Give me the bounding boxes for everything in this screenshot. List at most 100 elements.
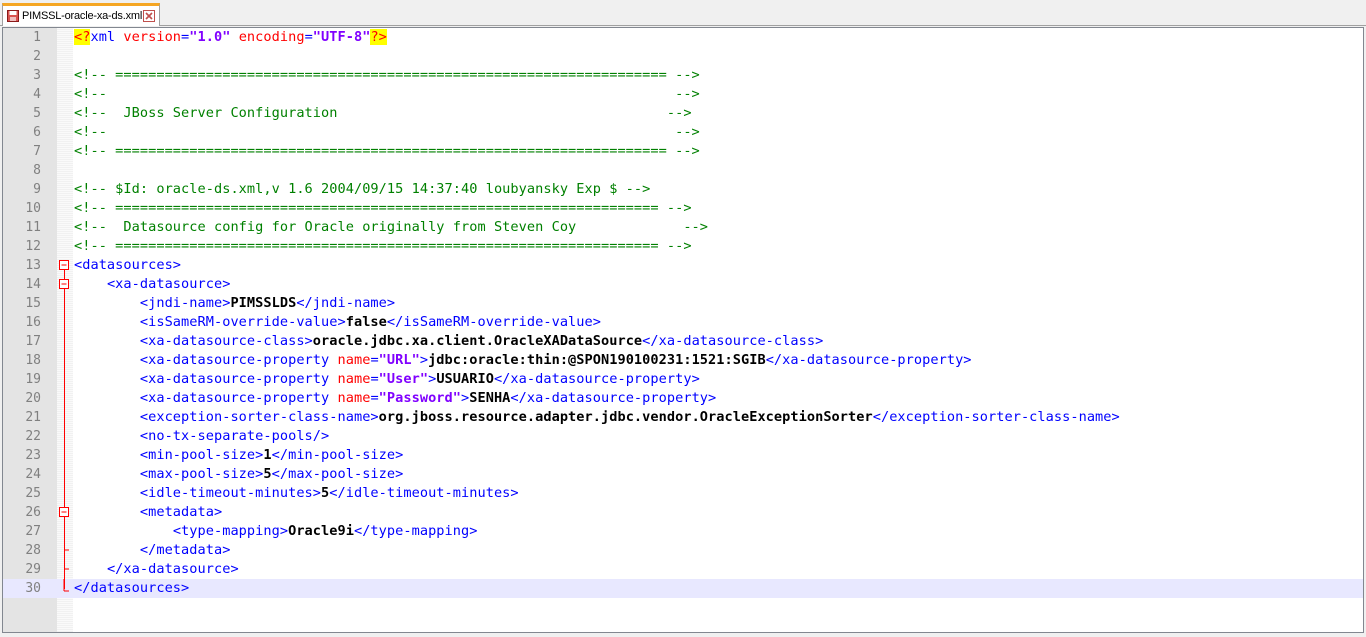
code-line[interactable]: 17 <xa-datasource-class>oracle.jdbc.xa.c…	[3, 332, 1363, 351]
tab-file[interactable]: PIMSSL-oracle-xa-ds.xml	[2, 3, 160, 26]
code-line[interactable]: 13 <datasources>	[3, 256, 1363, 275]
code-token: <no-tx-separate-pools/>	[139, 428, 330, 444]
fold-toggle-icon[interactable]	[59, 256, 70, 275]
code-line[interactable]: 16 <isSameRM-override-value>false</isSam…	[3, 313, 1363, 332]
code-token: <xa-datasource-property	[139, 352, 338, 368]
code-token: <jndi-name>	[139, 295, 231, 311]
code-line[interactable]: 3 <!-- ==================================…	[3, 66, 1363, 85]
code-token: </xa-datasource-property>	[493, 371, 700, 387]
code-line[interactable]: 27 <type-mapping>Oracle9i</type-mapping>	[3, 522, 1363, 541]
code-token: =	[304, 29, 313, 45]
code-line[interactable]: 28 </metadata>	[3, 541, 1363, 560]
code-line[interactable]: 18 <xa-datasource-property name="URL">jd…	[3, 351, 1363, 370]
code-token: =	[370, 352, 379, 368]
code-text: <!-- -->	[74, 85, 700, 104]
close-icon[interactable]	[143, 9, 155, 22]
code-line[interactable]: 24 <max-pool-size>5</max-pool-size>	[3, 465, 1363, 484]
code-token: jdbc:oracle:thin:@SPON190100231:1521:SGI…	[428, 352, 766, 368]
code-line[interactable]: 14 <xa-datasource>	[3, 275, 1363, 294]
code-line[interactable]: 7 <!-- ==================================…	[3, 142, 1363, 161]
line-number: 30	[25, 581, 41, 596]
code-token: <xa-datasource-class>	[139, 333, 313, 349]
code-line[interactable]: 2	[3, 47, 1363, 66]
code-token: 5	[263, 466, 272, 482]
code-line[interactable]: 19 <xa-datasource-property name="User">U…	[3, 370, 1363, 389]
code-token: <max-pool-size>	[139, 466, 264, 482]
code-text: <!-- JBoss Server Configuration -->	[74, 104, 692, 123]
code-line[interactable]: 8	[3, 161, 1363, 180]
code-line[interactable]: 10 <!-- =================================…	[3, 199, 1363, 218]
line-number: 23	[25, 448, 41, 463]
line-number: 20	[25, 391, 41, 406]
code-token: <!-- JBoss Server Configuration -->	[74, 105, 692, 121]
code-line[interactable]: 30 </datasources>	[3, 579, 1363, 598]
code-line[interactable]: 6 <!-- -->	[3, 123, 1363, 142]
code-token: <!-- ===================================…	[74, 143, 700, 159]
code-token: <type-mapping>	[172, 523, 289, 539]
code-text: </datasources>	[74, 579, 189, 598]
code-text: <exception-sorter-class-name>org.jboss.r…	[74, 408, 1120, 427]
code-token: version	[123, 29, 182, 45]
code-text: <?xml version="1.0" encoding="UTF-8"?>	[74, 28, 387, 47]
line-number: 7	[33, 144, 41, 159]
line-number: 28	[25, 543, 41, 558]
line-number: 21	[25, 410, 41, 425]
code-text: </xa-datasource>	[74, 560, 239, 579]
code-token: encoding	[238, 29, 305, 45]
code-line[interactable]: 20 <xa-datasource-property name="Passwor…	[3, 389, 1363, 408]
code-token: <!-- ===================================…	[74, 200, 692, 216]
code-token: >	[419, 352, 429, 368]
line-number: 19	[25, 372, 41, 387]
code-line[interactable]: 1 <?xml version="1.0" encoding="UTF-8"?>	[3, 28, 1363, 47]
code-text: <no-tx-separate-pools/>	[74, 427, 329, 446]
code-line[interactable]: 11 <!-- Datasource config for Oracle orig…	[3, 218, 1363, 237]
code-token: org.jboss.resource.adapter.jdbc.vendor.O…	[378, 409, 873, 425]
code-token: "URL"	[378, 352, 420, 368]
code-token: </idle-timeout-minutes>	[329, 485, 519, 501]
code-token: </xa-datasource-class>	[642, 333, 824, 349]
code-token: <xa-datasource-property	[139, 390, 338, 406]
line-number: 9	[33, 182, 41, 197]
code-line[interactable]: 23 <min-pool-size>1</min-pool-size>	[3, 446, 1363, 465]
line-number: 26	[25, 505, 41, 520]
code-token: SENHA	[469, 390, 511, 406]
code-token: <metadata>	[139, 504, 223, 520]
fold-toggle-icon[interactable]	[59, 503, 70, 522]
line-number: 29	[25, 562, 41, 577]
code-text: <idle-timeout-minutes>5</idle-timeout-mi…	[74, 484, 519, 503]
code-line[interactable]: 4 <!-- -->	[3, 85, 1363, 104]
code-token: <!-- Datasource config for Oracle origin…	[74, 219, 709, 235]
code-line[interactable]: 22 <no-tx-separate-pools/>	[3, 427, 1363, 446]
line-number: 18	[25, 353, 41, 368]
code-token: </type-mapping>	[353, 523, 478, 539]
code-token: </min-pool-size>	[271, 447, 404, 463]
code-line[interactable]: 29 </xa-datasource>	[3, 560, 1363, 579]
code-token: </exception-sorter-class-name>	[872, 409, 1120, 425]
code-editor[interactable]: 1 <?xml version="1.0" encoding="UTF-8"?> 2…	[2, 27, 1364, 633]
tab-filename: PIMSSL-oracle-xa-ds.xml	[22, 10, 143, 22]
code-token: PIMSSLDS	[230, 295, 297, 311]
code-line[interactable]: 5 <!-- JBoss Server Configuration -->	[3, 104, 1363, 123]
code-token: =	[370, 390, 379, 406]
code-token: name	[337, 390, 371, 406]
code-line[interactable]: 12 <!-- =================================…	[3, 237, 1363, 256]
code-line[interactable]: 26 <metadata>	[3, 503, 1363, 522]
fold-toggle-icon[interactable]	[59, 275, 70, 294]
code-text: <metadata>	[74, 503, 222, 522]
line-number: 16	[25, 315, 41, 330]
code-line[interactable]: 21 <exception-sorter-class-name>org.jbos…	[3, 408, 1363, 427]
code-token: name	[337, 371, 371, 387]
code-text: <xa-datasource>	[74, 275, 230, 294]
line-number: 25	[25, 486, 41, 501]
code-text: <!-- -->	[74, 123, 700, 142]
code-line[interactable]: 25 <idle-timeout-minutes>5</idle-timeout…	[3, 484, 1363, 503]
code-line[interactable]: 9 <!-- $Id: oracle-ds.xml,v 1.6 2004/09/1…	[3, 180, 1363, 199]
code-token: <isSameRM-override-value>	[139, 314, 346, 330]
code-line[interactable]: 15 <jndi-name>PIMSSLDS</jndi-name>	[3, 294, 1363, 313]
line-number: 1	[33, 30, 41, 45]
